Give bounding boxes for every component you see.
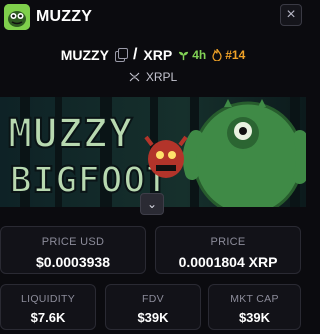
pair-age-badge: 4h	[178, 48, 206, 62]
chain-row: XRPL	[0, 69, 306, 85]
mkt-cap-card: MKT CAP $39K	[208, 284, 301, 330]
copy-icon[interactable]	[114, 48, 128, 62]
bigfoot-logo-icon	[4, 4, 30, 30]
xrpl-icon	[129, 72, 140, 82]
pair-separator: /	[132, 46, 138, 63]
liquidity-label: LIQUIDITY	[20, 293, 76, 305]
expand-banner-button[interactable]: ⌄	[140, 193, 164, 215]
sprout-icon	[179, 51, 189, 60]
pair-row: MUZZY / XRP 4h #14	[0, 44, 306, 66]
trending-rank-badge[interactable]: #14	[212, 48, 245, 62]
token-banner: MUZZY BIGFOOT	[0, 97, 306, 207]
fdv-card: FDV $39K	[105, 284, 201, 330]
liquidity-value: $7.6K	[30, 310, 66, 325]
close-button[interactable]: ×	[280, 4, 302, 26]
header-bar: MUZZY ×	[0, 0, 306, 34]
price-usd-label: PRICE USD	[41, 236, 105, 248]
fdv-value: $39K	[137, 310, 169, 325]
price-card: PRICE 0.0001804 XRP	[155, 226, 301, 274]
fdv-label: FDV	[142, 293, 164, 305]
app-title: MUZZY	[36, 8, 93, 25]
chain-name: XRPL	[145, 70, 178, 84]
price-usd-card: PRICE USD $0.0003938	[0, 226, 146, 274]
price-usd-value: $0.0003938	[36, 254, 110, 270]
pair-base-symbol: MUZZY	[60, 47, 109, 63]
price-value: 0.0001804 XRP	[178, 254, 278, 270]
mkt-cap-value: $39K	[238, 310, 271, 325]
close-icon: ×	[286, 6, 296, 23]
price-label: PRICE	[210, 236, 246, 248]
liquidity-card: LIQUIDITY $7.6K	[0, 284, 96, 330]
banner-title-line1: MUZZY	[8, 111, 133, 157]
pair-age-text: 4h	[192, 48, 207, 62]
flame-icon	[212, 49, 222, 61]
mkt-cap-label: MKT CAP	[230, 293, 279, 305]
trending-rank-text: #14	[225, 48, 246, 62]
chevron-down-icon: ⌄	[146, 197, 158, 211]
pair-quote-symbol: XRP	[143, 47, 173, 63]
